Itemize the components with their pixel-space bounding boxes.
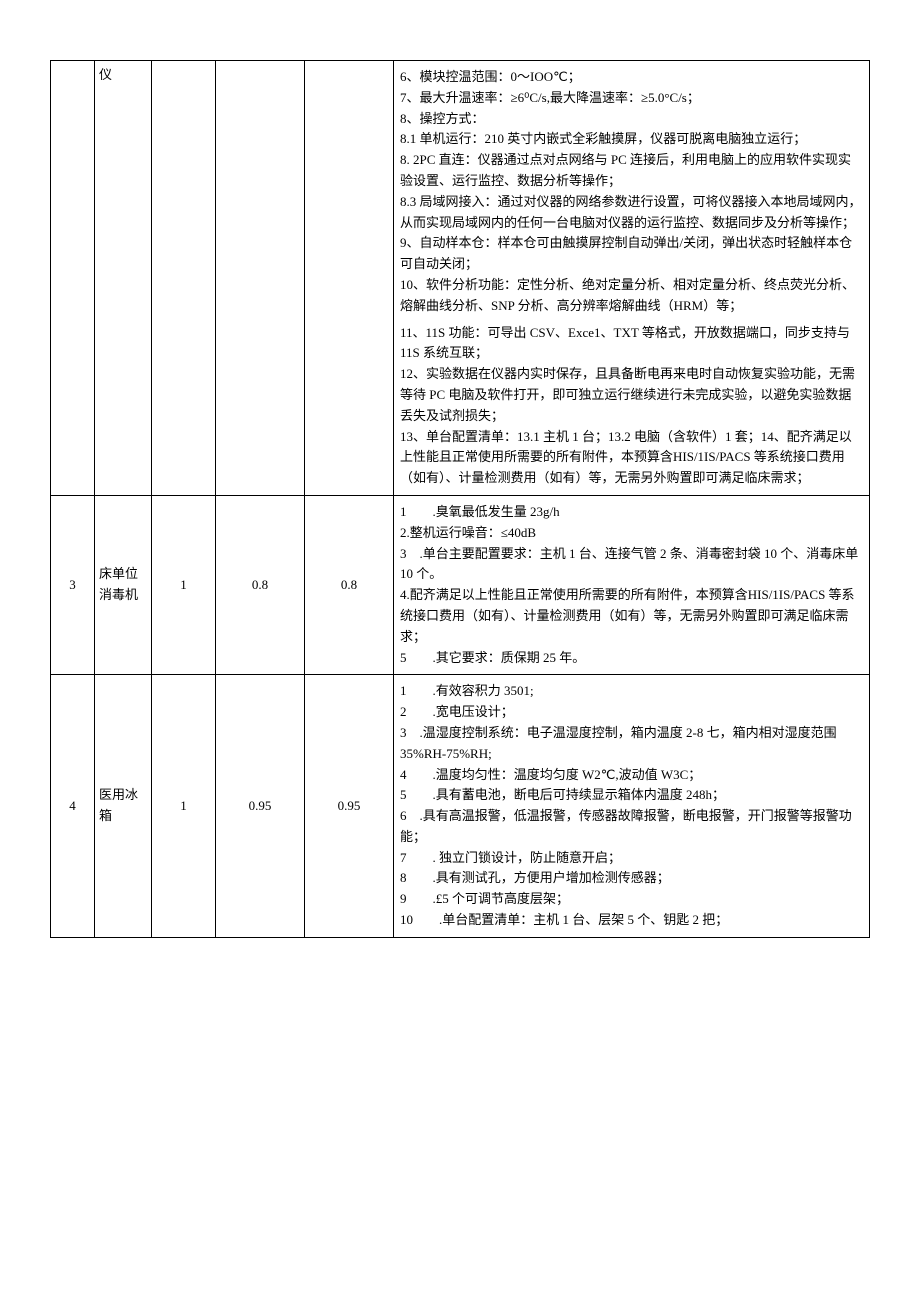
cell-spec: 6、模块控温范围：0～IOO℃； 7、最大升温速率：≥6⁰C/s,最大降温速率：… [394,61,870,496]
spec-line: 5 .具有蓄电池，断电后可持续显示箱体内温度 248h； [400,785,863,806]
cell-price1: 0.8 [216,495,305,674]
spec-line: 2.整机运行噪音：≤40dB [400,523,863,544]
cell-price2 [305,61,394,496]
cell-index [51,61,95,496]
spec-line: 9 .£5 个可调节高度层架； [400,889,863,910]
spec-line: 4.配齐满足以上性能且正常使用所需要的所有附件，本预算含HIS/1IS/PACS… [400,585,863,647]
spec-line: 1 .臭氧最低发生量 23g/h [400,502,863,523]
cell-index: 3 [51,495,95,674]
spec-line: 3 .温湿度控制系统：电子温湿度控制，箱内温度 2-8 七，箱内相对湿度范围 3… [400,723,863,765]
cell-spec: 1 .臭氧最低发生量 23g/h 2.整机运行噪音：≤40dB 3 .单台主要配… [394,495,870,674]
cell-price2: 0.95 [305,675,394,938]
table-row: 3 床单位消毒机 1 0.8 0.8 1 .臭氧最低发生量 23g/h 2.整机… [51,495,870,674]
spec-line: 8、操控方式： [400,109,863,130]
cell-name: 床单位消毒机 [95,495,152,674]
spec-line: 6 .具有高温报警，低温报警，传感器故障报警，断电报警，开门报警等报警功能； [400,806,863,848]
spec-table: 仪 6、模块控温范围：0～IOO℃； 7、最大升温速率：≥6⁰C/s,最大降温速… [50,60,870,938]
table-row: 4 医用冰箱 1 0.95 0.95 1 .有效容积力 3501; 2 .宽电压… [51,675,870,938]
spec-line: 3 .单台主要配置要求：主机 1 台、连接气管 2 条、消毒密封袋 10 个、消… [400,544,863,586]
spec-line: 13、单台配置清单：13.1 主机 1 台；13.2 电脑（含软件）1 套；14… [400,427,863,489]
spec-line: 8. 2PC 直连：仪器通过点对点网络与 PC 连接后，利用电脑上的应用软件实现… [400,150,863,192]
spec-line: 7 . 独立门锁设计，防止随意开启； [400,848,863,869]
cell-spec: 1 .有效容积力 3501; 2 .宽电压设计； 3 .温湿度控制系统：电子温湿… [394,675,870,938]
spec-line: 5 .其它要求：质保期 25 年。 [400,648,863,669]
cell-qty: 1 [152,675,216,938]
cell-name: 医用冰箱 [95,675,152,938]
spec-line: 9、自动样本仓：样本仓可由触摸屏控制自动弹出/关闭，弹出状态时轻触样本仓可自动关… [400,233,863,275]
spec-line: 10、软件分析功能：定性分析、绝对定量分析、相对定量分析、终点荧光分析、熔解曲线… [400,275,863,317]
cell-qty [152,61,216,496]
spec-line: 11、11S 功能：可导出 CSV、Exce1、TXT 等格式，开放数据端口，同… [400,323,863,365]
spec-line: 1 .有效容积力 3501; [400,681,863,702]
cell-name: 仪 [95,61,152,496]
cell-price1: 0.95 [216,675,305,938]
cell-index: 4 [51,675,95,938]
cell-price2: 0.8 [305,495,394,674]
spec-line: 8.3 局域网接入：通过对仪器的网络参数进行设置，可将仪器接入本地局域网内，从而… [400,192,863,234]
cell-qty: 1 [152,495,216,674]
spec-line: 12、实验数据在仪器内实时保存，且具备断电再来电时自动恢复实验功能，无需等待 P… [400,364,863,426]
spec-line: 4 .温度均匀性：温度均匀度 W2℃,波动值 W3C； [400,765,863,786]
cell-price1 [216,61,305,496]
spec-line: 6、模块控温范围：0～IOO℃； [400,67,863,88]
spec-line: 2 .宽电压设计； [400,702,863,723]
spec-line: 7、最大升温速率：≥6⁰C/s,最大降温速率：≥5.0°C/s； [400,88,863,109]
spec-line: 10 .单台配置清单：主机 1 台、层架 5 个、钥匙 2 把； [400,910,863,931]
spec-line: 8 .具有测试孔，方便用户增加检测传感器； [400,868,863,889]
spec-line: 8.1 单机运行：210 英寸内嵌式全彩触摸屏，仪器可脱离电脑独立运行； [400,129,863,150]
table-row: 仪 6、模块控温范围：0～IOO℃； 7、最大升温速率：≥6⁰C/s,最大降温速… [51,61,870,496]
